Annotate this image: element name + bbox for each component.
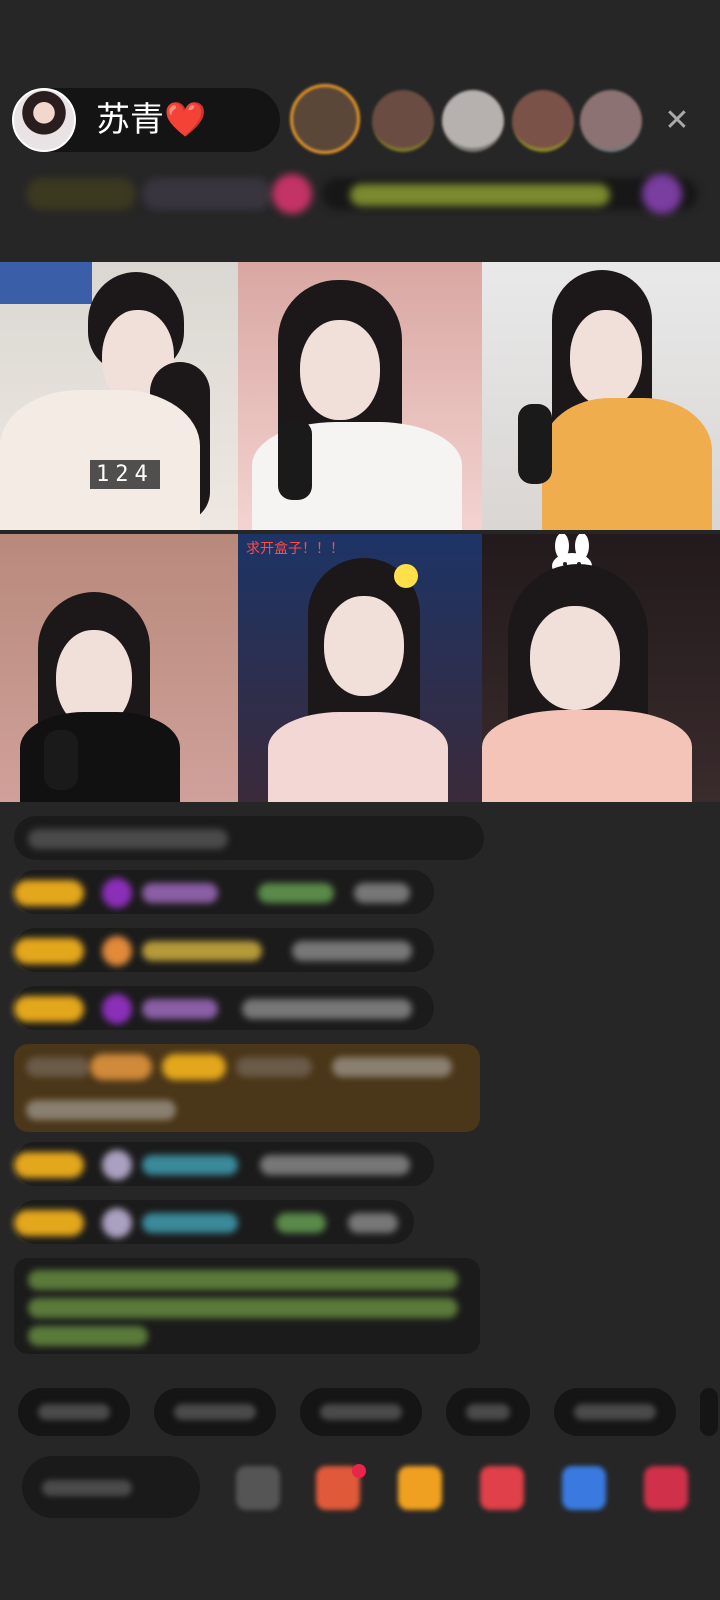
flower-sticker-icon [394, 564, 418, 588]
guest-video-tile[interactable] [482, 262, 720, 530]
chat-message [14, 1142, 434, 1186]
quick-action-row [18, 1388, 718, 1438]
chat-message [14, 1200, 414, 1244]
quick-action-button[interactable] [154, 1388, 276, 1436]
guest-number-badge: 124 [90, 460, 160, 489]
quick-action-button[interactable] [554, 1388, 676, 1436]
announcement-text [350, 184, 610, 206]
top-viewer-avatar[interactable] [372, 90, 434, 152]
more-icon[interactable] [644, 1466, 688, 1510]
system-notice [14, 1258, 480, 1354]
close-icon[interactable]: ✕ [660, 104, 694, 138]
top-viewer-avatar[interactable] [512, 90, 574, 152]
popularity-badge[interactable] [142, 178, 272, 210]
comment-input[interactable] [22, 1456, 200, 1518]
chat-message [14, 816, 484, 860]
guest-caption: 求开盒子！！！ [246, 541, 344, 557]
guest-video-tile[interactable] [238, 262, 482, 530]
wall-poster [0, 262, 92, 304]
host-avatar[interactable] [12, 88, 76, 152]
quick-action-button[interactable] [300, 1388, 422, 1436]
shop-icon[interactable] [480, 1466, 524, 1510]
chat-message [14, 928, 434, 972]
guest-video-tile[interactable] [482, 534, 720, 802]
game-icon[interactable] [398, 1466, 442, 1510]
chat-message [14, 986, 434, 1030]
quick-action-button[interactable] [446, 1388, 530, 1436]
quick-action-button[interactable] [700, 1388, 718, 1436]
bottom-toolbar [22, 1448, 712, 1528]
rank-icon[interactable] [562, 1466, 606, 1510]
notification-dot [352, 1464, 366, 1478]
activity-icon[interactable] [272, 174, 312, 214]
guest-video-tile[interactable] [0, 534, 238, 802]
top-viewer-avatar[interactable] [442, 90, 504, 152]
guest-video-tile[interactable]: 124 [0, 262, 238, 530]
live-header: 苏青❤️ ✕ [10, 84, 710, 154]
multi-guest-grid: 124 求开盒子！！！ [0, 262, 720, 802]
emoji-icon[interactable] [236, 1466, 280, 1510]
host-info-pill[interactable]: 苏青❤️ [12, 88, 280, 152]
stream-info-row [22, 172, 698, 218]
guest-video-tile[interactable]: 求开盒子！！！ [238, 534, 482, 802]
chat-message-highlight [14, 1044, 480, 1132]
top-viewer-avatar[interactable] [580, 90, 642, 152]
chat-message [14, 870, 434, 914]
rank-badge[interactable] [26, 178, 136, 210]
top-viewer-avatar[interactable] [290, 84, 360, 154]
host-name: 苏青❤️ [96, 100, 207, 140]
quick-action-button[interactable] [18, 1388, 130, 1436]
event-icon[interactable] [642, 174, 682, 214]
